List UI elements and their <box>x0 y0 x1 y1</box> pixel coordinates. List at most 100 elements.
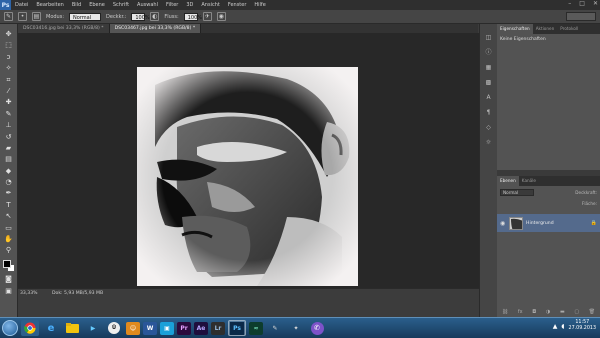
paragraph-icon[interactable]: ¶ <box>484 108 494 117</box>
foreground-color-swatch[interactable] <box>2 259 11 268</box>
clock[interactable]: 11:57 27.09.2013 <box>569 320 596 332</box>
properties-tabs: Eigenschaften Aktionen Protokoll <box>497 24 600 34</box>
viber-icon[interactable]: ✆ <box>308 320 326 336</box>
volume-icon[interactable]: ◖ <box>561 323 564 330</box>
start-button[interactable] <box>2 320 18 336</box>
pressure-opacity-icon[interactable]: ◐ <box>150 12 160 21</box>
marquee-tool-icon[interactable]: ⬚ <box>3 41 15 49</box>
word-icon[interactable]: W <box>143 321 157 335</box>
layer-blend-row: Normal Deckkraft: <box>500 188 597 197</box>
photoshop-taskbar-icon[interactable]: Ps <box>228 320 246 336</box>
tool-icon[interactable]: ✎ <box>266 320 284 336</box>
menu-hilfe[interactable]: Hilfe <box>250 2 269 8</box>
stamp-tool-icon[interactable]: ⊥ <box>3 121 15 129</box>
lasso-tool-icon[interactable]: ↄ <box>3 53 15 61</box>
tab-properties[interactable]: Eigenschaften <box>497 24 533 34</box>
menu-ansicht[interactable]: Ansicht <box>197 2 223 8</box>
generic-app-icon[interactable]: ▣ <box>160 321 174 335</box>
history-brush-icon[interactable]: ↺ <box>3 133 15 141</box>
lightroom-icon[interactable]: Lr <box>211 321 225 335</box>
layer-row[interactable]: ◉ Hintergrund 🔒 <box>497 214 600 232</box>
layer-name[interactable]: Hintergrund <box>526 221 554 226</box>
blur-tool-icon[interactable]: ◆ <box>3 167 15 175</box>
adjustments-icon[interactable]: ☼ <box>484 138 494 147</box>
new-layer-icon[interactable]: ▢ <box>574 309 579 315</box>
history-icon[interactable]: ◫ <box>484 33 494 42</box>
document-tabs: DSC03416.jpg bei 33,3% (RGB/8) * DSC0346… <box>18 24 478 33</box>
menu-fenster[interactable]: Fenster <box>224 2 251 8</box>
audition-icon[interactable]: ≈ <box>249 321 263 335</box>
workspace-select[interactable] <box>566 12 596 21</box>
hand-tool-icon[interactable]: ✋ <box>3 235 15 243</box>
layer-thumbnail-image <box>510 217 522 229</box>
minimize-icon[interactable]: – <box>568 0 571 7</box>
eraser-tool-icon[interactable]: ▰ <box>3 144 15 152</box>
zoom-tool-icon[interactable]: ⚲ <box>3 246 15 254</box>
pressure-size-icon[interactable]: ◉ <box>216 12 226 21</box>
adjustment-layer-icon[interactable]: ◑ <box>546 309 550 315</box>
pen-tool-icon[interactable]: ✒ <box>3 189 15 197</box>
healing-tool-icon[interactable]: ✚ <box>3 98 15 106</box>
explorer-icon[interactable] <box>63 320 81 336</box>
close-icon[interactable]: ✕ <box>593 0 598 7</box>
flow-input[interactable]: 100% <box>183 12 202 21</box>
info-icon[interactable]: ⓘ <box>484 48 494 57</box>
screen-mode-icon[interactable]: ▣ <box>3 287 15 295</box>
eyedropper-tool-icon[interactable]: ⁄ <box>3 87 15 95</box>
app-icon[interactable]: ☺ <box>126 321 140 335</box>
tab-document-1[interactable]: DSC03416.jpg bei 33,3% (RGB/8) * <box>18 24 110 33</box>
menu-filter[interactable]: Filter <box>162 2 182 8</box>
brush-panel-icon[interactable]: ▤ <box>32 12 41 21</box>
tab-history[interactable]: Protokoll <box>557 24 581 34</box>
menu-bild[interactable]: Bild <box>68 2 85 8</box>
maximize-icon[interactable]: □ <box>579 0 585 7</box>
visibility-eye-icon[interactable]: ◉ <box>500 220 506 227</box>
airbrush-icon[interactable]: ✈ <box>202 12 212 21</box>
move-tool-icon[interactable]: ✥ <box>3 30 15 38</box>
menu-schrift[interactable]: Schrift <box>109 2 133 8</box>
mask-icon[interactable]: ◘ <box>532 309 536 315</box>
premiere-icon[interactable]: Pr <box>177 321 191 335</box>
canvas-area[interactable] <box>18 33 479 288</box>
opacity-input[interactable]: 100% <box>131 12 150 21</box>
dodge-tool-icon[interactable]: ◔ <box>3 178 15 186</box>
tab-channels[interactable]: Kanäle <box>519 176 539 186</box>
after-effects-icon[interactable]: Ae <box>194 321 208 335</box>
gradient-tool-icon[interactable]: ▤ <box>3 155 15 163</box>
chrome-icon[interactable] <box>21 320 39 336</box>
network-icon[interactable]: ▲ <box>553 323 558 330</box>
type-tool-icon[interactable]: T <box>3 201 15 209</box>
mode-select[interactable]: Normal <box>69 12 102 21</box>
trash-icon[interactable]: 🗑 <box>589 309 595 315</box>
menu-auswahl[interactable]: Auswahl <box>133 2 162 8</box>
brush-tool-icon[interactable]: ✎ <box>4 12 13 21</box>
brush-tool-icon[interactable]: ✎ <box>3 110 15 118</box>
swatches-icon[interactable]: ▩ <box>484 78 494 87</box>
color-swatches[interactable] <box>2 259 15 272</box>
ie-icon[interactable]: e <box>42 320 60 336</box>
menu-bearbeiten[interactable]: Bearbeiten <box>32 2 67 8</box>
link-icon[interactable]: ⛓ <box>502 309 508 315</box>
brush-preset-icon[interactable]: • <box>18 12 27 21</box>
menu-ebene[interactable]: Ebene <box>85 2 109 8</box>
menu-datei[interactable]: Datei <box>11 2 32 8</box>
fx-icon[interactable]: fx <box>518 309 523 315</box>
color-icon[interactable]: ▦ <box>484 63 494 72</box>
menu-3d[interactable]: 3D <box>182 2 197 8</box>
tool2-icon[interactable]: ✦ <box>287 320 305 336</box>
crop-tool-icon[interactable]: ⌗ <box>3 76 15 84</box>
media-player-icon[interactable]: ▶ <box>84 320 102 336</box>
tab-actions[interactable]: Aktionen <box>533 24 558 34</box>
tab-layers[interactable]: Ebenen <box>497 176 519 186</box>
tab-document-2[interactable]: DSC03467.jpg bei 33,3% (RGB/8) * <box>109 24 202 33</box>
quick-mask-icon[interactable]: ◙ <box>3 275 15 283</box>
group-icon[interactable]: ▬ <box>560 309 565 315</box>
blend-mode-select[interactable]: Normal <box>500 189 534 196</box>
styles-icon[interactable]: ◇ <box>484 123 494 132</box>
path-select-tool-icon[interactable]: ↖ <box>3 212 15 220</box>
shape-tool-icon[interactable]: ▭ <box>3 224 15 232</box>
quick-select-tool-icon[interactable]: ✧ <box>3 64 15 72</box>
html-icon[interactable]: Ü <box>105 320 123 336</box>
character-icon[interactable]: A <box>484 93 494 102</box>
zoom-level[interactable]: 33,33% <box>20 291 38 296</box>
